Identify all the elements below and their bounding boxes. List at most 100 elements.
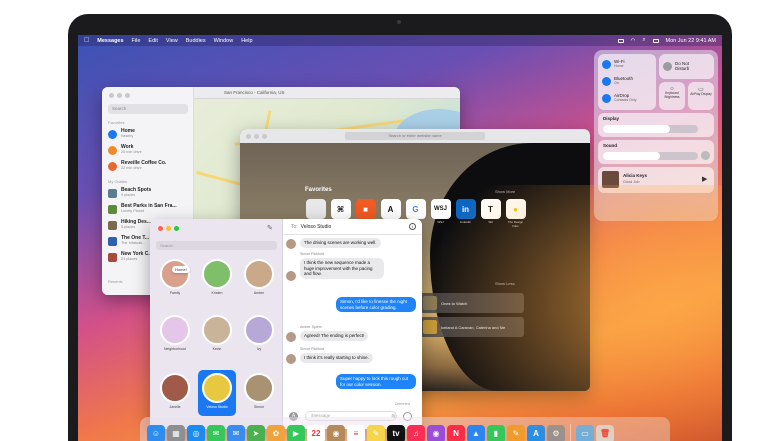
keyboard-brightness-button[interactable]: ☼ Keyboard Brightness (659, 82, 685, 110)
wifi-toggle[interactable]: Wi-Fi Home (602, 59, 625, 69)
wifi-status-icon[interactable]: ◠ (631, 38, 636, 44)
pinned-contact-simon[interactable]: Simon (240, 373, 278, 409)
pinned-contact-janelle[interactable]: Janelle (156, 373, 194, 409)
favorites-title: Favorites (305, 187, 332, 193)
dock-trash-icon[interactable]: 🗑 (596, 424, 614, 441)
favorite-tait[interactable]: T Tait (480, 199, 501, 228)
close-button[interactable] (109, 93, 114, 98)
dock-photos-icon[interactable]: ✿ (267, 424, 285, 441)
favorite-wsj[interactable]: WSJ WSJ (430, 199, 451, 228)
sender-name: Simon Pickford (300, 252, 325, 256)
pinned-contact-ivy[interactable]: Ivy (240, 315, 278, 351)
pinned-contact-kevin[interactable]: Kevin (198, 315, 236, 351)
reading-card[interactable]: Iceland A Caravan, Caterina and Me (420, 317, 524, 337)
avatar (202, 259, 232, 289)
menu-file[interactable]: File (132, 38, 141, 44)
minimize-button[interactable] (117, 93, 122, 98)
compose-icon[interactable]: ✎ (267, 224, 273, 232)
dock-reminders-icon[interactable]: ≡ (347, 424, 365, 441)
dock-system-preferences-icon[interactable]: ⚙ (547, 424, 565, 441)
pinned-contact-neighborhood[interactable]: Neighborhood (156, 315, 194, 351)
dock-music-icon[interactable]: ♫ (407, 424, 425, 441)
dock-podcasts-icon[interactable]: ◉ (427, 424, 445, 441)
control-center-icon[interactable] (652, 38, 659, 43)
close-button[interactable] (158, 226, 163, 231)
maps-search-input[interactable]: Search (108, 104, 188, 114)
play-icon[interactable]: ▶ (702, 175, 707, 183)
battery-icon[interactable] (617, 38, 624, 43)
minimize-button[interactable] (254, 133, 259, 139)
dock-downloads-folder-icon[interactable]: ▭ (576, 424, 594, 441)
messages-search-input[interactable]: Search (156, 241, 277, 250)
close-button[interactable] (246, 133, 251, 139)
dock-news-icon[interactable]: N (447, 424, 465, 441)
sound-volume-slider[interactable] (603, 152, 698, 160)
pinned-contact-amber[interactable]: Amber (240, 259, 278, 295)
display-label: Display (603, 116, 620, 121)
favorite-linkedin[interactable]: in LinkedIn (455, 199, 476, 228)
maps-guide-item[interactable]: Best Parks in San Fra... Lonely Planet (108, 202, 190, 216)
favorite-designfiles[interactable]: ● The Design Files (505, 199, 526, 228)
reading-title: Iceland A Caravan, Caterina and Me (441, 324, 506, 330)
airdrop-toggle[interactable]: AirDrop Contacts Only (602, 93, 637, 103)
menu-help[interactable]: Help (241, 38, 252, 44)
menu-buddies[interactable]: Buddies (186, 38, 206, 44)
show-less-link[interactable]: Show Less (495, 281, 515, 286)
spotlight-icon[interactable]: ⌕ (642, 37, 645, 44)
display-brightness-slider[interactable] (603, 125, 698, 133)
airplay-audio-icon[interactable] (701, 151, 710, 160)
dock-keynote-icon[interactable]: ▲ (467, 424, 485, 441)
maps-fav-work[interactable]: Work 20 min drive (108, 143, 190, 157)
contact-name: Janelle (169, 405, 181, 409)
dock-contacts-icon[interactable]: ◉ (327, 424, 345, 441)
bluetooth-toggle[interactable]: Bluetooth On (602, 76, 633, 86)
dock-calendar-icon[interactable]: 22 (307, 424, 325, 441)
pinned-contact-family[interactable]: Family (156, 259, 194, 295)
minimize-button[interactable] (166, 226, 171, 231)
contact-name: Neighborhood (164, 347, 186, 351)
dock-messages-icon[interactable]: ✉ (207, 424, 225, 441)
fav-label: Reveille Coffee Co. (121, 159, 167, 166)
dock-facetime-icon[interactable]: ▶ (287, 424, 305, 441)
menu-view[interactable]: View (166, 38, 178, 44)
typing-badge: Home! (172, 266, 190, 273)
dock-notes-icon[interactable]: ✎ (367, 424, 385, 441)
dock-safari-icon[interactable]: ◎ (187, 424, 205, 441)
dock-launchpad-icon[interactable]: ▦ (167, 424, 185, 441)
pinned-contact-kristen[interactable]: Kristen (198, 259, 236, 295)
home-icon (108, 129, 117, 139)
apple-menu-icon[interactable]:  (84, 37, 89, 44)
maps-fav-home[interactable]: Home Nearby (108, 127, 190, 141)
zoom-button[interactable] (174, 226, 179, 231)
message-bubble: Agreed! The ending is perfect! (300, 331, 369, 341)
dnd-toggle[interactable]: Do Not Disturb (663, 61, 701, 71)
show-more-link[interactable]: Show More (495, 189, 515, 194)
guide-label: Beach Spots (121, 186, 152, 193)
zoom-button[interactable] (262, 133, 267, 139)
dock-numbers-icon[interactable]: ▮ (487, 424, 505, 441)
menu-edit[interactable]: Edit (148, 38, 157, 44)
guide-label: The One T... (121, 234, 150, 241)
dnd-label: Do Not Disturb (675, 61, 690, 71)
menu-app-name[interactable]: Messages (97, 38, 123, 44)
zoom-button[interactable] (125, 93, 130, 98)
info-icon[interactable]: i (409, 223, 416, 230)
safari-address-bar[interactable]: Search or enter website name (345, 132, 485, 140)
dock-tv-icon[interactable]: tv (387, 424, 405, 441)
dock-mail-icon[interactable]: ✉ (227, 424, 245, 441)
dock-maps-icon[interactable]: ➤ (247, 424, 265, 441)
dock-app-store-icon[interactable]: A (527, 424, 545, 441)
reading-card[interactable]: Ones to Watch (420, 293, 524, 313)
guide-sub: The Infatuati... (121, 241, 146, 245)
message-bubble: I think the new sequence made a huge imp… (300, 258, 384, 279)
contact-name: Kristen (211, 291, 223, 295)
maps-fav-coffee[interactable]: Reveille Coffee Co. 22 min drive (108, 159, 190, 173)
menu-window[interactable]: Window (214, 38, 234, 44)
dock-pages-icon[interactable]: ✎ (507, 424, 525, 441)
maps-guide-item[interactable]: Beach Spots 9 places (108, 186, 190, 200)
pinned-contact-veloso-studio[interactable]: Veloso Studio (198, 373, 236, 409)
menu-date-time[interactable]: Mon Jun 22 9:41 AM (666, 38, 716, 44)
dock-finder-icon[interactable]: ☺ (147, 424, 165, 441)
recipient-name[interactable]: Veloso Studio (301, 224, 332, 230)
airplay-display-button[interactable]: ▭ AirPlay Display (688, 82, 714, 110)
